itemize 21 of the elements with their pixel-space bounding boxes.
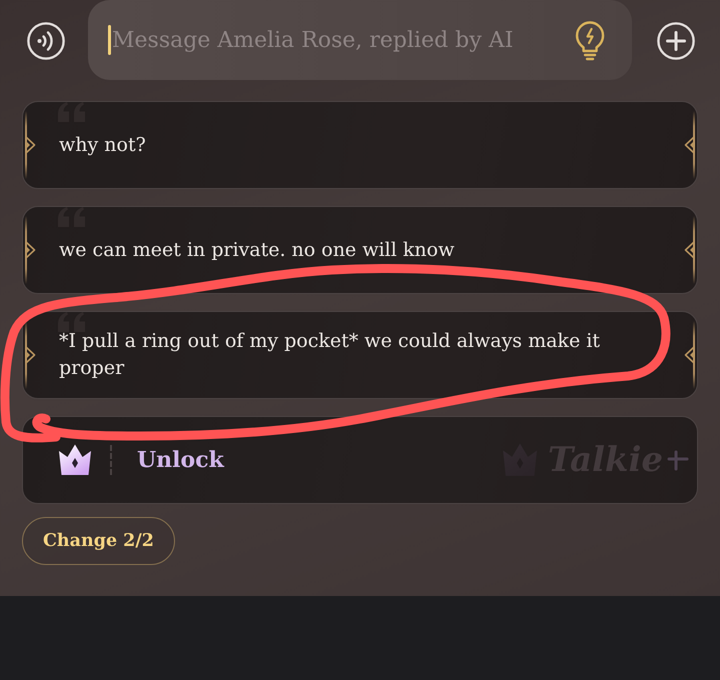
- reply-option[interactable]: we can meet in private. no one will know: [22, 206, 698, 294]
- message-field[interactable]: Message Amelia Rose, replied by AI: [88, 0, 632, 80]
- quote-icon: [57, 207, 87, 227]
- quote-icon: [57, 312, 87, 332]
- chevron-right-icon: [25, 241, 36, 259]
- plus-icon: [667, 448, 689, 472]
- chevron-left-icon: [684, 346, 695, 364]
- text-cursor-icon: [108, 25, 111, 55]
- reply-option[interactable]: why not?: [22, 101, 698, 189]
- crown-icon: [58, 444, 92, 476]
- plus-circle-icon[interactable]: [657, 22, 695, 60]
- lightbulb-icon[interactable]: [574, 19, 606, 61]
- unlock-link[interactable]: Unlock: [137, 447, 224, 473]
- chevron-right-icon: [25, 136, 36, 154]
- chevron-left-icon: [684, 136, 695, 154]
- chevron-left-icon: [684, 241, 695, 259]
- sound-wave-icon[interactable]: [27, 22, 65, 60]
- quote-icon: [57, 102, 87, 122]
- chevron-right-icon: [25, 346, 36, 364]
- reply-option[interactable]: *I pull a ring out of my pocket* we could always make it proper: [22, 311, 698, 399]
- change-button[interactable]: Change 2/2: [22, 517, 175, 565]
